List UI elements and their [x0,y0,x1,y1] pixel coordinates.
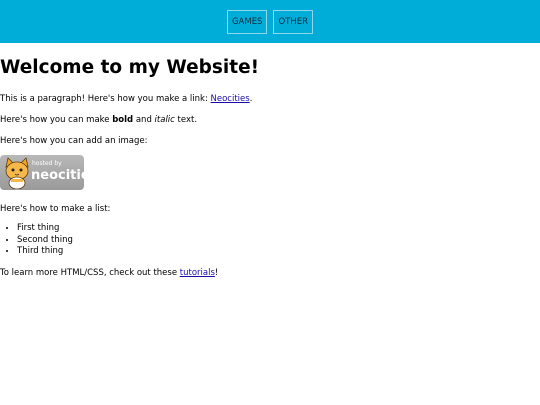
bold-paragraph-middle: and [133,115,155,125]
bold-paragraph-end: text. [174,115,198,125]
list-item: Third thing [17,246,73,258]
other-button[interactable]: OTHER [273,9,314,34]
image-intro-paragraph: Here's how you can add an image: [0,136,148,146]
neocities-cat-icon [5,157,29,189]
list-intro-paragraph: Here's how to make a list: [0,204,111,214]
learn-more-end: ! [214,268,219,278]
learn-more-paragraph: To learn more HTML/CSS, check out these … [0,268,218,279]
italic-word: italic [154,115,175,125]
list-item: Second thing [17,235,73,247]
bold-italic-paragraph: Here's how you can make bold and italic … [0,115,197,126]
learn-more-text: To learn more HTML/CSS, check out these [0,268,180,278]
hosted-by-neocities-badge[interactable]: hosted by neocities [0,155,84,190]
badge-hosted-by-text: hosted by [32,160,62,167]
list-item: First thing [17,223,73,235]
games-button[interactable]: GAMES [226,9,268,34]
bold-paragraph-text: Here's how you can make [0,115,113,125]
link-paragraph-text: This is a paragraph! Here's how you make… [0,94,211,104]
neocities-link[interactable]: Neocities [211,94,250,104]
link-paragraph: This is a paragraph! Here's how you make… [0,94,252,105]
thing-list: First thing Second thing Third thing [0,223,73,258]
bold-word: bold [112,115,134,125]
page-title: Welcome to my Website! [0,57,260,78]
tutorials-link[interactable]: tutorials [180,268,215,278]
badge-neocities-text: neocities [31,168,84,183]
top-nav-bar: GAMES OTHER [0,0,540,43]
link-paragraph-end: . [249,94,253,104]
